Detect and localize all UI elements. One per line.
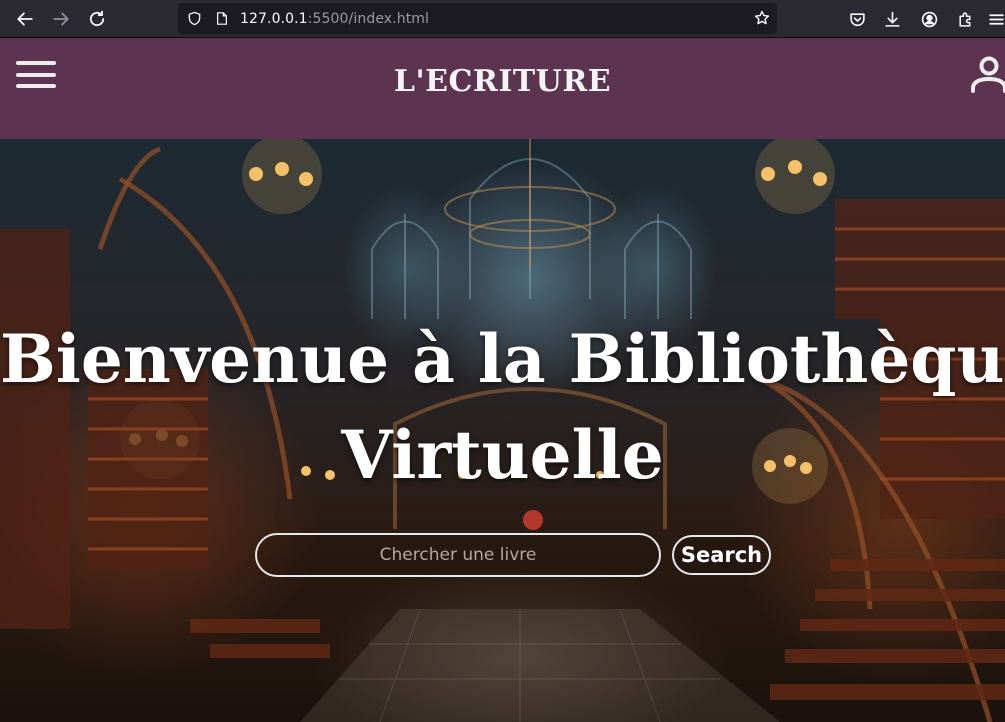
url-path: :5500/index.html — [307, 10, 430, 27]
hero-title: Bienvenue à la Bibliothèque Virtuelle — [0, 311, 1005, 503]
hero-title-line-1: Bienvenue à la Bibliothèque — [0, 320, 1005, 398]
menu-icon[interactable] — [984, 7, 1005, 31]
extensions-icon[interactable] — [953, 7, 977, 31]
url-host: 127.0.0.1 — [240, 10, 308, 27]
site-logo-title[interactable]: L'ECRITURE — [0, 64, 1005, 99]
shield-icon[interactable] — [186, 11, 202, 27]
browser-toolbar: 127.0.0.1:5500/index.html — [0, 0, 1005, 38]
download-icon[interactable] — [880, 7, 904, 31]
site-header: L'ECRITURE — [0, 38, 1005, 139]
bookmark-star-icon[interactable] — [754, 10, 770, 26]
pocket-icon[interactable] — [845, 7, 869, 31]
reload-icon[interactable] — [85, 7, 109, 31]
address-bar[interactable]: 127.0.0.1:5500/index.html — [178, 3, 777, 34]
page-icon — [214, 11, 230, 27]
book-search-input[interactable] — [255, 533, 661, 577]
hero-section: Bienvenue à la Bibliothèque Virtuelle Se… — [0, 139, 1005, 722]
forward-icon[interactable] — [49, 7, 73, 31]
search-button[interactable]: Search — [672, 535, 771, 575]
url-text[interactable]: 127.0.0.1:5500/index.html — [240, 11, 429, 27]
hero-title-line-2: Virtuelle — [341, 416, 664, 494]
account-icon[interactable] — [917, 7, 941, 31]
back-icon[interactable] — [13, 7, 37, 31]
user-profile-icon[interactable] — [970, 55, 1005, 93]
